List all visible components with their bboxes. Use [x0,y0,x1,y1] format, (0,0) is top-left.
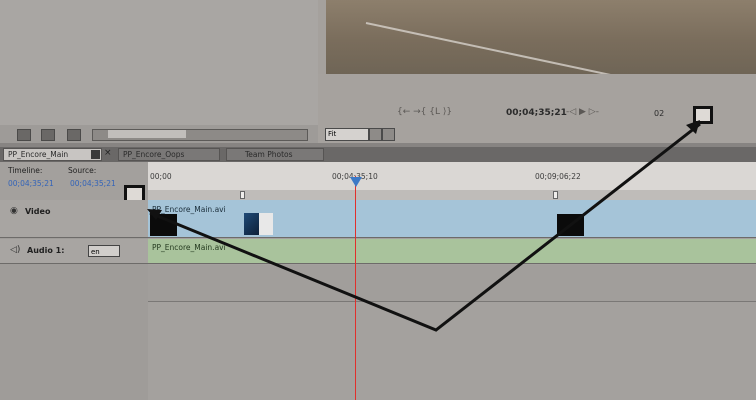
callout-arrows [147,120,701,332]
callout-lines [149,122,701,332]
callout-line [149,122,701,332]
